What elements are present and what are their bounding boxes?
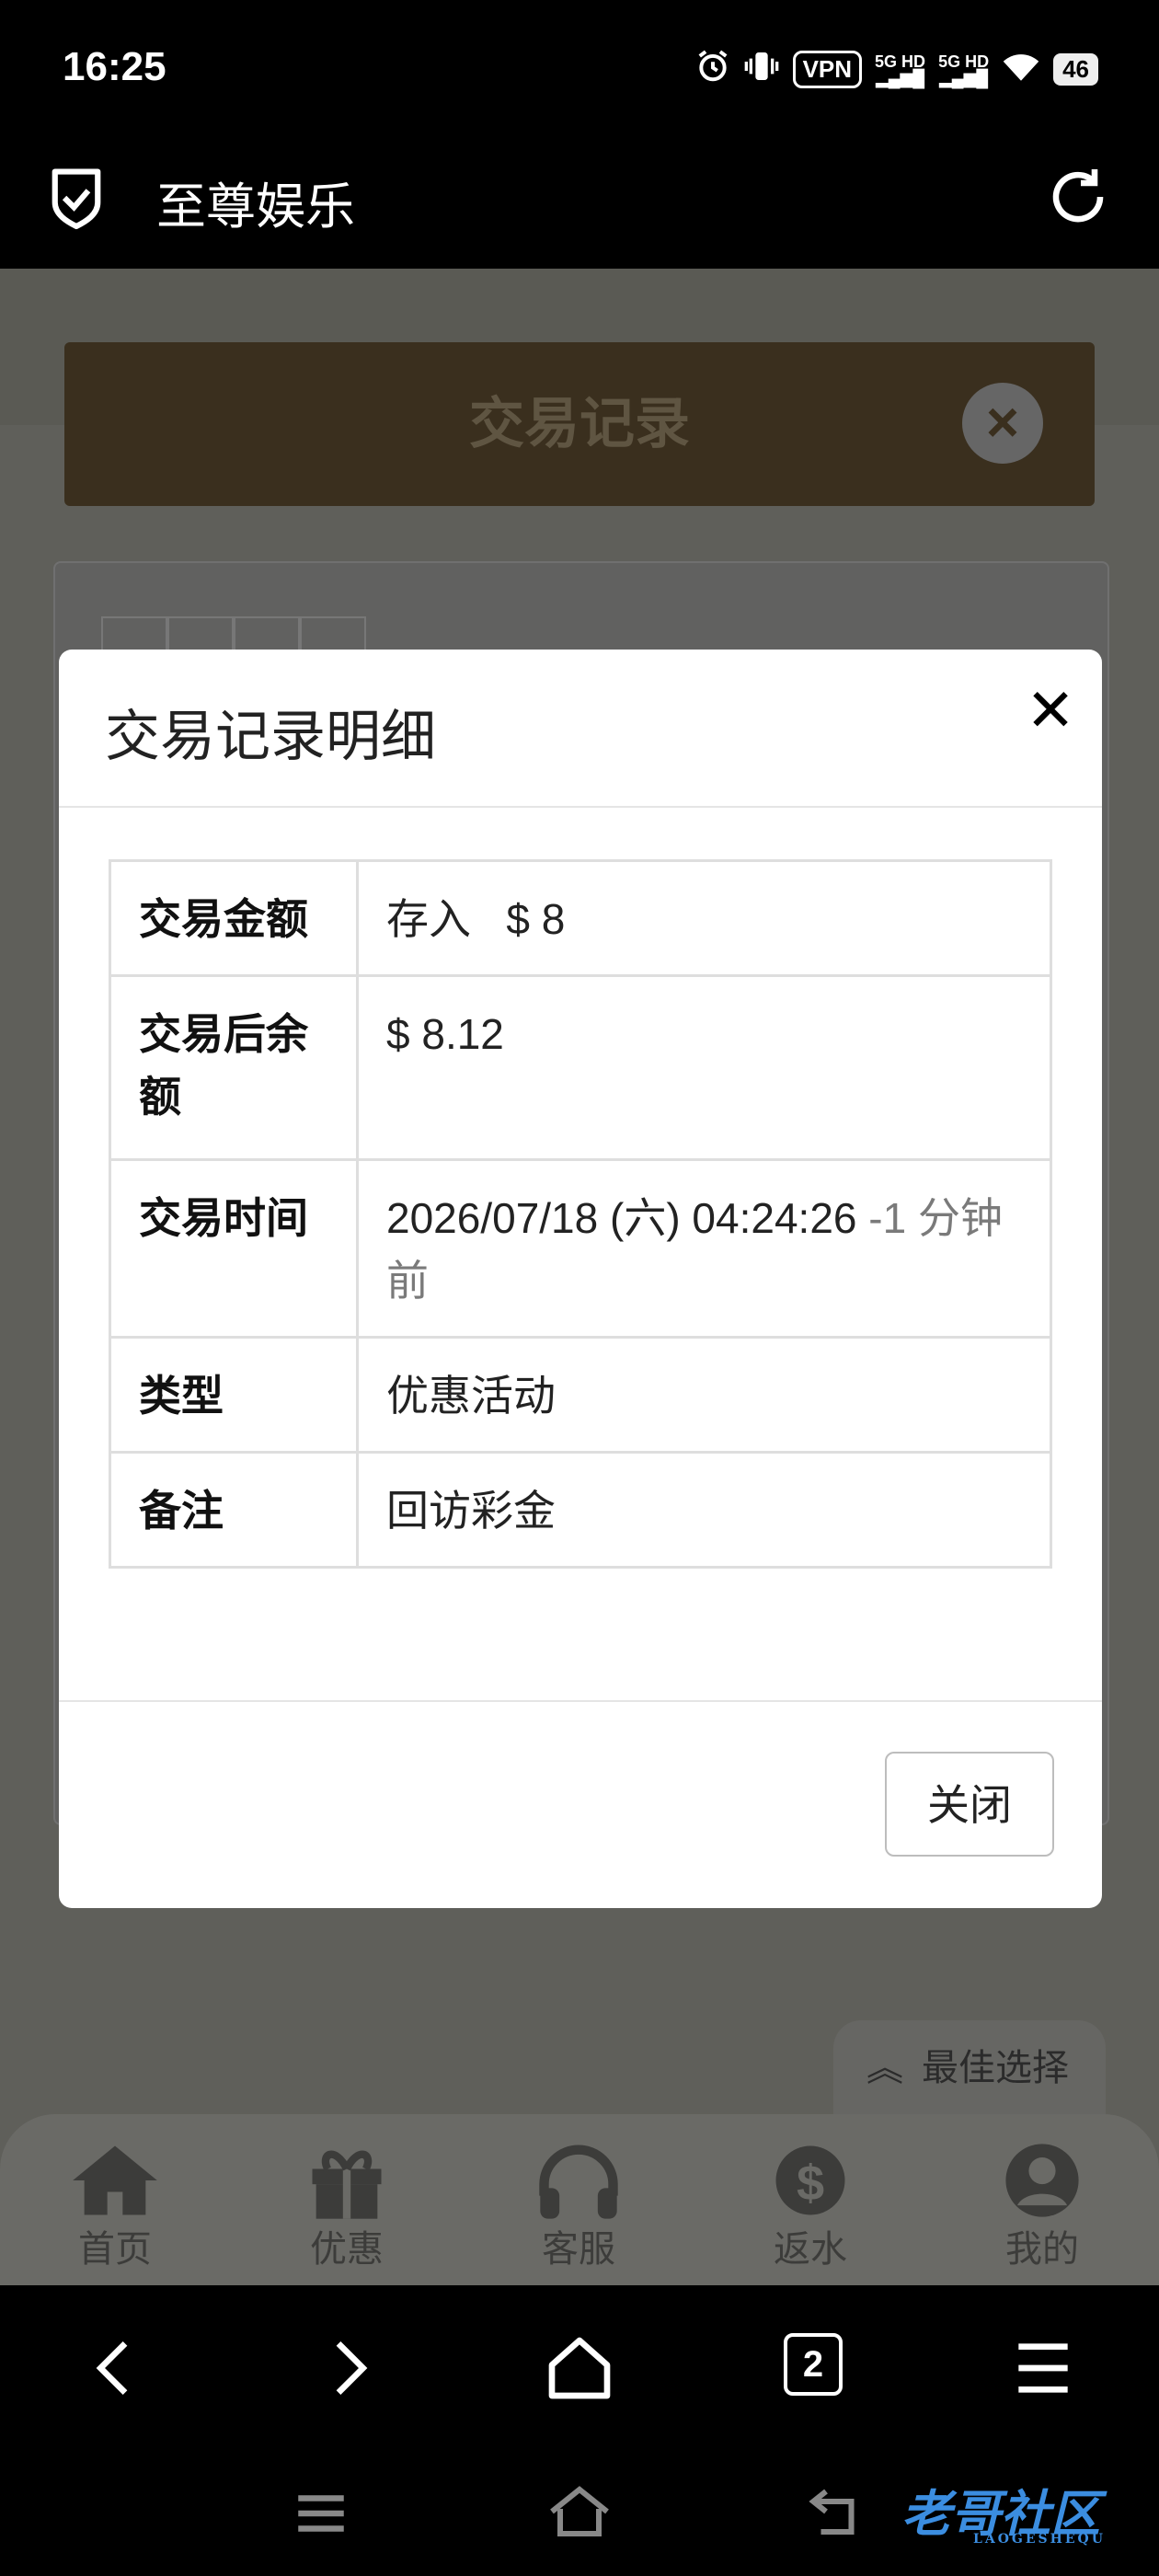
app-bar: 至尊娱乐 [0, 138, 1159, 269]
browser-toolbar [0, 2285, 1159, 2447]
nav-item-support[interactable]: 客服 [510, 2142, 648, 2272]
table-row: 类型 优惠活动 [109, 1336, 1052, 1454]
best-choice-button[interactable]: ︽ 最佳选择 [833, 2020, 1106, 2116]
row-value-time: 2026/07/18 (六) 04:24:26 -1 分钟前 [356, 1158, 1052, 1339]
modal-header: 交易记录明细 ✕ [59, 650, 1102, 808]
vpn-badge: VPN [792, 51, 863, 88]
table-row: 交易金额 存入 $ 8 [109, 859, 1052, 977]
row-key: 交易时间 [109, 1158, 359, 1339]
page-title: 交易记录 [469, 393, 690, 454]
signal-label-1: 5G HD [875, 52, 926, 71]
bottom-nav: 首页 优惠 客服 $ 返水 我的 [0, 2114, 1159, 2285]
tabs-count-button[interactable]: 2 [784, 2333, 843, 2396]
signal-icon-2: 5G HD ▂▄▆█ [938, 52, 990, 87]
amount-value: $ 8 [506, 895, 566, 943]
nav-label: 首页 [78, 2229, 152, 2270]
nav-label: 优惠 [310, 2229, 384, 2270]
back-icon[interactable] [79, 2331, 153, 2405]
modal-title: 交易记录明细 [105, 706, 436, 767]
close-button[interactable]: 关闭 [885, 1752, 1054, 1857]
row-key: 交易后余额 [109, 974, 359, 1161]
close-icon[interactable]: ✕ [1023, 681, 1078, 740]
table-row: 备注 回访彩金 [109, 1451, 1052, 1569]
nav-item-profile[interactable]: 我的 [973, 2142, 1111, 2272]
status-icons: VPN 5G HD ▂▄▆█ 5G HD ▂▄▆█ 46 [695, 48, 1098, 91]
row-value-balance: $ 8.12 [356, 974, 1052, 1161]
signal-label-2: 5G HD [938, 52, 990, 71]
nav-item-rebate[interactable]: $ 返水 [741, 2142, 879, 2272]
nav-item-home[interactable]: 首页 [46, 2142, 184, 2272]
row-value-type: 优惠活动 [356, 1336, 1052, 1454]
home-browser-icon[interactable] [543, 2331, 616, 2405]
gift-icon [301, 2142, 393, 2219]
deposit-label: 存入 [386, 895, 471, 943]
refresh-icon[interactable] [1045, 164, 1111, 230]
table-row: 交易时间 2026/07/18 (六) 04:24:26 -1 分钟前 [109, 1158, 1052, 1339]
menu-icon[interactable] [1006, 2331, 1080, 2405]
modal-footer: 关闭 [59, 1700, 1102, 1908]
recent-apps-icon[interactable] [291, 2488, 351, 2544]
status-bar: 16:25 VPN 5G HD ▂▄▆█ 5G HD ▂▄▆█ 46 [0, 0, 1159, 138]
status-time: 16:25 [63, 44, 166, 89]
alarm-icon [695, 49, 730, 90]
wifi-icon [1002, 50, 1040, 89]
watermark-logo: 老哥社区 LAOGESHEQU [901, 2473, 1150, 2547]
best-choice-label: 最佳选择 [922, 2048, 1069, 2088]
transaction-detail-modal: 交易记录明细 ✕ 交易金额 存入 $ 8 交易后余额 $ 8.12 交易时间 2… [59, 650, 1102, 1908]
user-icon [996, 2142, 1088, 2219]
nav-label: 返水 [774, 2229, 847, 2270]
forward-icon[interactable] [311, 2331, 384, 2405]
row-key: 交易金额 [109, 859, 359, 977]
header-close-icon[interactable]: × [962, 383, 1043, 464]
vibrate-icon [743, 48, 780, 91]
table-row: 交易后余额 $ 8.12 [109, 974, 1052, 1161]
row-key: 备注 [109, 1451, 359, 1569]
headset-icon [533, 2142, 625, 2219]
svg-text:$: $ [797, 2156, 824, 2211]
row-value-amount: 存入 $ 8 [356, 859, 1052, 977]
shield-check-icon[interactable] [48, 164, 105, 232]
nav-label: 客服 [542, 2229, 615, 2270]
system-home-icon[interactable] [546, 2482, 613, 2546]
row-value-note: 回访彩金 [356, 1451, 1052, 1569]
dollar-badge-icon: $ [764, 2142, 856, 2219]
double-chevron-up-icon: ︽ [866, 2048, 903, 2088]
timestamp: 2026/07/18 (六) 04:24:26 [386, 1194, 857, 1242]
watermark-subtext: LAOGESHEQU [973, 2532, 1106, 2547]
home-icon [69, 2142, 161, 2219]
nav-label: 我的 [1005, 2229, 1079, 2270]
signal-icon-1: 5G HD ▂▄▆█ [875, 52, 926, 87]
row-key: 类型 [109, 1336, 359, 1454]
nav-item-promo[interactable]: 优惠 [278, 2142, 416, 2272]
system-back-icon[interactable] [806, 2484, 866, 2544]
detail-table: 交易金额 存入 $ 8 交易后余额 $ 8.12 交易时间 2026/07/18… [109, 859, 1052, 1569]
transaction-header: 交易记录 × [64, 342, 1095, 506]
app-title: 至尊娱乐 [156, 179, 355, 235]
battery-icon: 46 [1053, 53, 1098, 86]
